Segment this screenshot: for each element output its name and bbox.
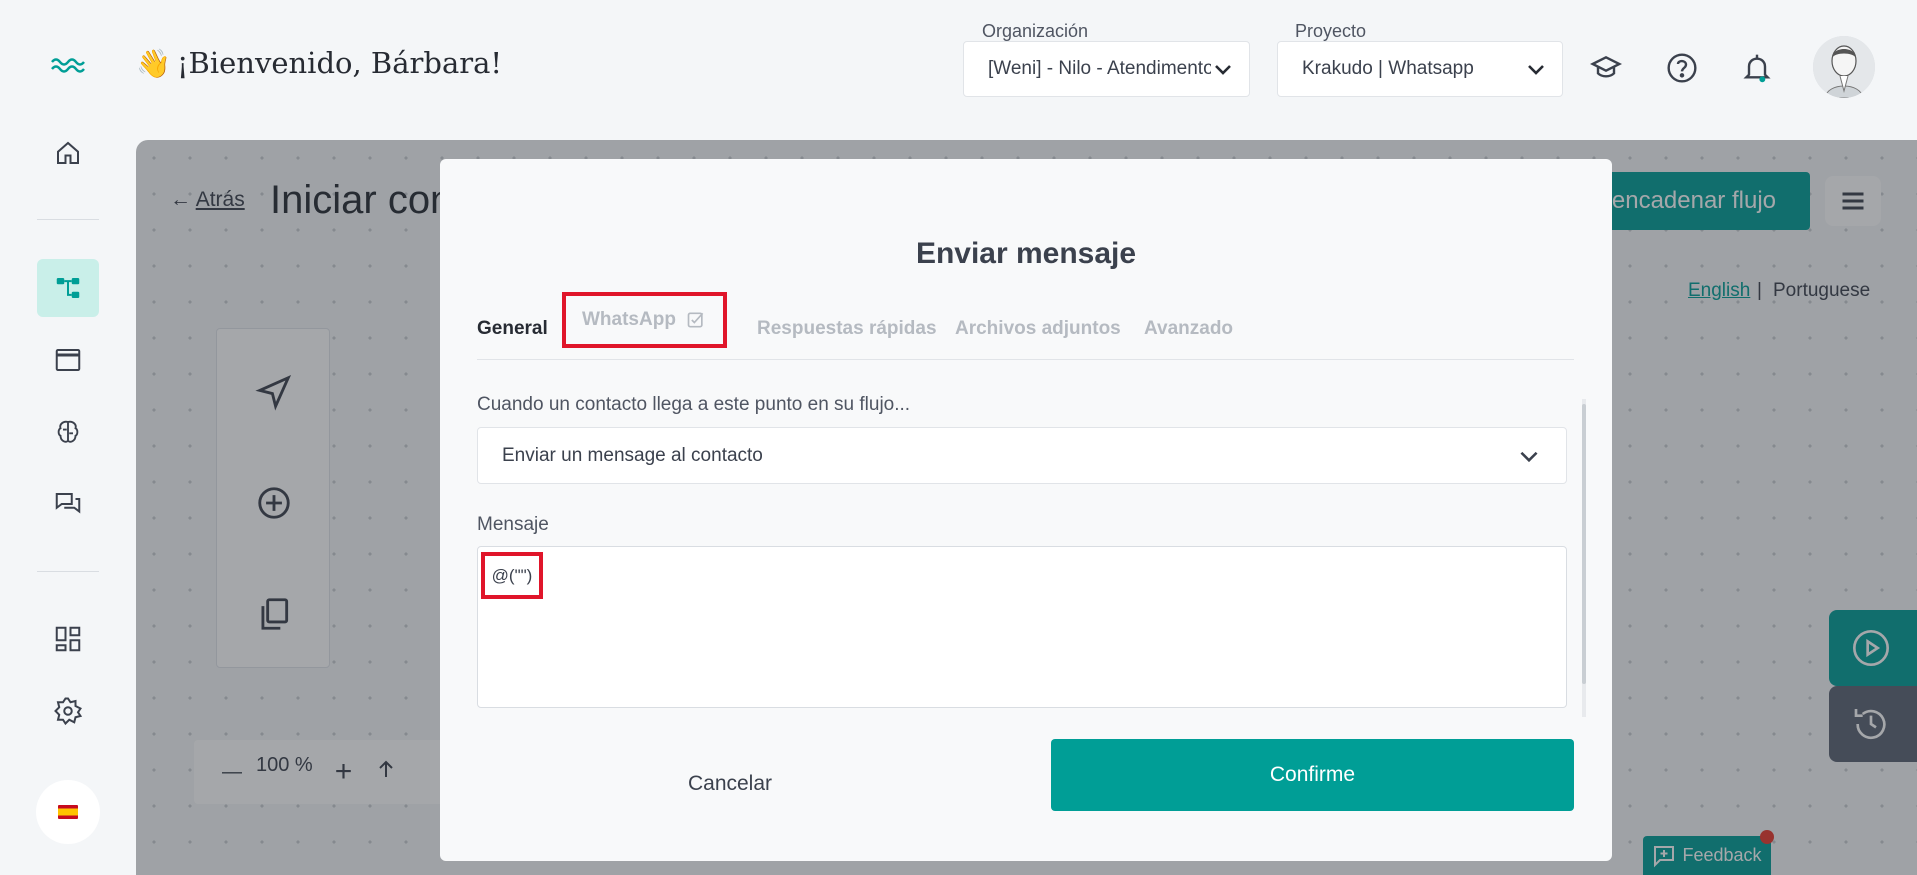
tab-advanced[interactable]: Avanzado [1144,299,1233,359]
chevron-down-icon [1215,65,1231,75]
avatar-image-icon [1813,36,1875,98]
graduation-cap-icon[interactable] [1588,50,1624,86]
sidebar [0,0,136,875]
scrollbar-thumb[interactable] [1582,404,1586,684]
modal-tabs: General WhatsApp Respuestas rápidas Arch… [477,292,1574,360]
checkbox-checked-icon [687,312,704,328]
sidebar-divider [37,219,99,220]
send-message-modal: Enviar mensaje General WhatsApp Respuest… [440,159,1612,861]
message-label: Mensaje [477,514,549,535]
project-select[interactable]: Krakudo | Whatsapp [1277,41,1563,97]
flows-icon[interactable] [37,259,99,317]
org-select[interactable]: [Weni] - Nilo - Atendimento [963,41,1250,97]
action-select-value: Enviar un mensage al contacto [502,444,763,466]
chat-icon[interactable] [37,475,99,533]
modal-title: Enviar mensaje [915,237,1137,270]
sidebar-divider [37,571,99,572]
message-textarea[interactable]: @("") [477,546,1567,708]
cancel-button[interactable]: Cancelar [580,759,880,809]
home-icon[interactable] [37,124,99,182]
confirm-button[interactable]: Confirme [1051,739,1574,811]
brain-icon[interactable] [37,403,99,461]
action-select[interactable]: Enviar un mensage al contacto [477,427,1567,484]
help-icon[interactable] [1664,50,1700,86]
org-value: [Weni] - Nilo - Atendimento [988,58,1211,79]
chevron-down-icon [1520,451,1538,462]
dashboard-icon[interactable] [37,610,99,668]
project-value: Krakudo | Whatsapp [1302,58,1474,79]
settings-icon[interactable] [37,682,99,740]
tab-whatsapp[interactable]: WhatsApp [562,292,727,348]
tab-quick-replies[interactable]: Respuestas rápidas [757,299,937,359]
project-label: Proyecto [1295,21,1367,41]
window-icon[interactable] [37,331,99,389]
waving-hand-icon: 👋 [136,46,171,80]
chevron-down-icon [1528,65,1544,75]
tab-general[interactable]: General [477,299,548,359]
message-text: @("") [481,552,543,599]
spain-flag-icon [58,805,78,819]
weni-logo-icon[interactable] [50,56,86,78]
tab-whatsapp-label: WhatsApp [582,309,676,330]
notification-bell-icon[interactable] [1739,50,1775,86]
language-selector[interactable] [36,780,100,844]
action-label: Cuando un contacto llega a este punto en… [477,394,911,415]
tab-attachments[interactable]: Archivos adjuntos [955,299,1121,359]
user-avatar[interactable] [1813,36,1875,98]
org-label: Organización [982,21,1089,41]
welcome-heading: 👋 ¡Bienvenido, Bárbara! [136,46,502,80]
welcome-text: ¡Bienvenido, Bárbara! [176,46,503,80]
